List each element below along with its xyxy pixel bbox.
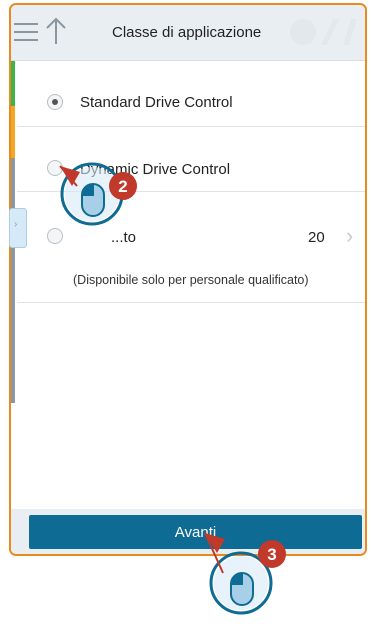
header-bar: Classe di applicazione bbox=[11, 5, 365, 61]
footer-bar: Avanti bbox=[11, 509, 365, 554]
option-standard-drive-control[interactable]: Standard Drive Control bbox=[17, 61, 365, 127]
side-panel-handle[interactable]: › bbox=[9, 208, 27, 248]
step-badge: 2 bbox=[109, 172, 137, 200]
option-value: 20 bbox=[308, 229, 325, 246]
step-number: 3 bbox=[267, 545, 276, 564]
step-number: 2 bbox=[118, 177, 127, 196]
chevron-right-icon[interactable]: › bbox=[346, 223, 353, 249]
option-note: (Disponibile solo per personale qualific… bbox=[73, 273, 309, 287]
status-stripe-green bbox=[11, 61, 15, 106]
step-badge: 3 bbox=[258, 540, 286, 568]
radio-button[interactable] bbox=[47, 94, 63, 110]
option-label: Standard Drive Control bbox=[80, 94, 233, 111]
chevron-right-icon: › bbox=[14, 219, 18, 230]
hamburger-menu-icon[interactable] bbox=[14, 21, 38, 43]
decorative-icons bbox=[290, 19, 357, 45]
status-stripe-gray bbox=[11, 158, 15, 403]
arrow-up-icon[interactable] bbox=[45, 17, 67, 45]
app-window: Classe di applicazione Standard Drive Co… bbox=[9, 3, 367, 556]
status-stripe-orange bbox=[11, 106, 15, 158]
page-title: Classe di applicazione bbox=[112, 24, 262, 41]
